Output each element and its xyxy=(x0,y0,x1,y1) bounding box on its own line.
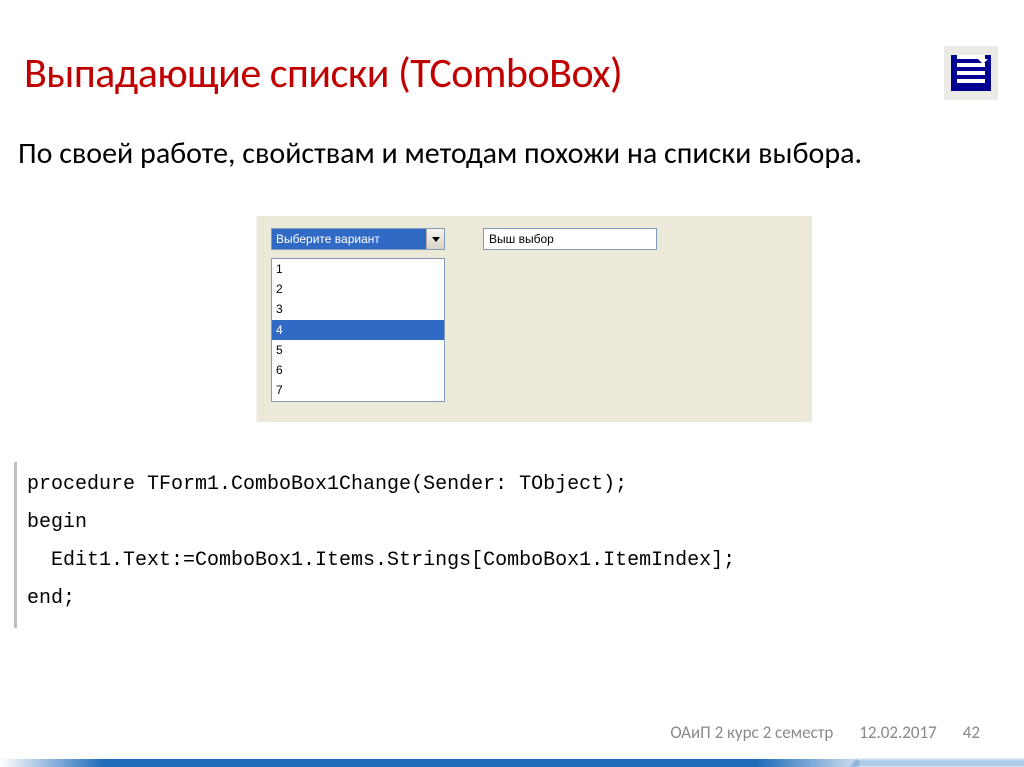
slide-title: Выпадающие списки (TComboBox) xyxy=(24,48,622,99)
list-item[interactable]: 2 xyxy=(272,279,444,299)
edit-field[interactable]: Выш выбор xyxy=(483,228,657,250)
footer-page: 42 xyxy=(963,722,980,743)
combobox-icon xyxy=(944,46,998,100)
chevron-down-icon xyxy=(432,237,440,242)
combobox-selected-text: Выберите вариант xyxy=(272,229,426,249)
slide-footer: ОАиП 2 курс 2 семестр 12.02.2017 42 xyxy=(0,722,980,743)
list-item[interactable]: 6 xyxy=(272,360,444,380)
accent-bar xyxy=(0,759,860,767)
list-item[interactable]: 4 xyxy=(272,320,444,340)
code-snippet: procedure TForm1.ComboBox1Change(Sender:… xyxy=(14,462,1010,628)
footer-course: ОАиП 2 курс 2 семестр xyxy=(670,722,833,743)
title-row: Выпадающие списки (TComboBox) xyxy=(24,46,1004,100)
list-item[interactable]: 3 xyxy=(272,299,444,319)
list-item[interactable]: 5 xyxy=(272,340,444,360)
list-item[interactable]: 8 xyxy=(272,400,444,402)
example-panel: Выберите вариант 12345678 Выш выбор xyxy=(256,216,812,422)
list-item[interactable]: 7 xyxy=(272,380,444,400)
combobox-dropdown-button[interactable] xyxy=(426,229,444,249)
combobox-dropdown-list[interactable]: 12345678 xyxy=(271,258,445,402)
footer-date: 12.02.2017 xyxy=(859,722,937,743)
body-paragraph: По своей работе, свойствам и методам пох… xyxy=(18,136,904,172)
list-item[interactable]: 1 xyxy=(272,259,444,279)
combobox[interactable]: Выберите вариант xyxy=(271,228,445,250)
slide: Выпадающие списки (TComboBox) По своей р… xyxy=(0,0,1024,767)
